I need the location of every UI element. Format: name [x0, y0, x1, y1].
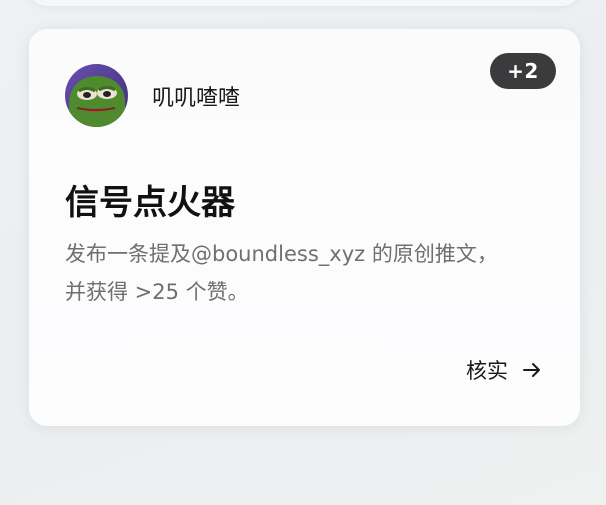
- quest-description-line-1: 发布一条提及@boundless_xyz 的原创推文，: [65, 242, 498, 266]
- quest-card: +2 叽叽喳喳 信号点火器 发布一条提及@boundless_xyz 的原创推文…: [29, 29, 580, 426]
- arrow-right-icon: [522, 359, 544, 381]
- pepe-frog-avatar-icon: [65, 64, 128, 127]
- avatar: [65, 64, 128, 127]
- quest-description: 发布一条提及@boundless_xyz 的原创推文， 并获得 >25 个赞。: [65, 235, 545, 311]
- quest-title: 信号点火器: [65, 183, 235, 223]
- previous-card-edge: [29, 0, 580, 6]
- verify-button[interactable]: 核实: [466, 355, 544, 385]
- user-info: 叽叽喳喳: [65, 64, 240, 127]
- quest-description-line-2: 并获得 >25 个赞。: [65, 280, 249, 304]
- username: 叽叽喳喳: [152, 85, 241, 111]
- verify-label: 核实: [466, 359, 508, 383]
- points-badge: +2: [490, 53, 556, 89]
